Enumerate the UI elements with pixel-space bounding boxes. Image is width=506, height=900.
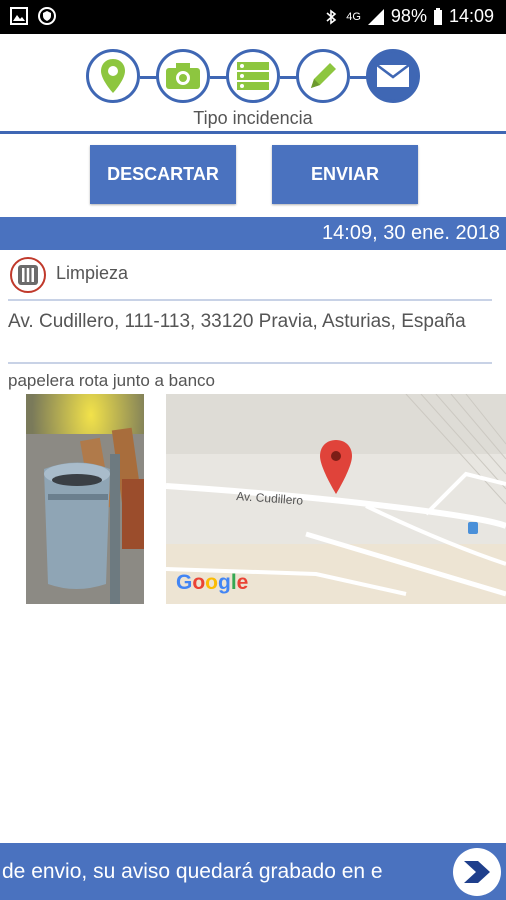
battery-percent: 98% bbox=[390, 6, 427, 26]
location-pin-icon bbox=[101, 59, 125, 93]
datetime-bar: 14:09, 30 ene. 2018 bbox=[0, 217, 506, 250]
list-icon bbox=[237, 62, 269, 90]
report-datetime: 14:09, 30 ene. 2018 bbox=[322, 222, 500, 244]
chevron-right-icon bbox=[464, 861, 490, 883]
divider bbox=[8, 299, 492, 301]
step-send[interactable] bbox=[366, 49, 420, 103]
location-map[interactable]: Av. Cudillero Google bbox=[166, 394, 506, 604]
address-text: Av. Cudillero, 111-113, 33120 Pravia, As… bbox=[8, 311, 466, 332]
bluetooth-icon bbox=[326, 8, 337, 25]
header-divider bbox=[0, 131, 506, 134]
step-description[interactable] bbox=[296, 49, 350, 103]
send-button[interactable]: ENVIAR bbox=[272, 145, 418, 204]
battery-icon bbox=[433, 7, 442, 25]
next-button[interactable] bbox=[453, 848, 501, 896]
step-details[interactable] bbox=[226, 49, 280, 103]
transit-icon bbox=[468, 522, 478, 534]
network-type: 4G bbox=[346, 10, 361, 23]
status-bar: 4G 98% 14:09 bbox=[0, 0, 506, 34]
shield-icon bbox=[38, 7, 56, 25]
info-ticker-bar: de envio, su aviso quedará grabado en e bbox=[0, 843, 506, 900]
category-label: Limpieza bbox=[56, 263, 129, 283]
signal-icon bbox=[367, 8, 384, 25]
google-logo: Google bbox=[176, 571, 248, 594]
category-row: Limpieza bbox=[0, 252, 506, 300]
camera-icon bbox=[166, 63, 200, 89]
description-text: papelera rota junto a banco bbox=[8, 371, 215, 390]
discard-button[interactable]: DESCARTAR bbox=[90, 145, 236, 204]
ticker-text: de envio, su aviso quedará grabado en e bbox=[2, 860, 383, 883]
step-photo[interactable] bbox=[156, 49, 210, 103]
status-time: 14:09 bbox=[448, 6, 494, 26]
trash-bin-icon bbox=[10, 257, 46, 293]
step-caption: Tipo incidencia bbox=[193, 108, 313, 128]
divider bbox=[8, 362, 492, 364]
incident-photo[interactable] bbox=[26, 394, 144, 604]
step-location[interactable] bbox=[86, 49, 140, 103]
pencil-icon bbox=[311, 63, 336, 88]
gallery-icon bbox=[10, 7, 28, 25]
envelope-icon bbox=[376, 64, 410, 87]
